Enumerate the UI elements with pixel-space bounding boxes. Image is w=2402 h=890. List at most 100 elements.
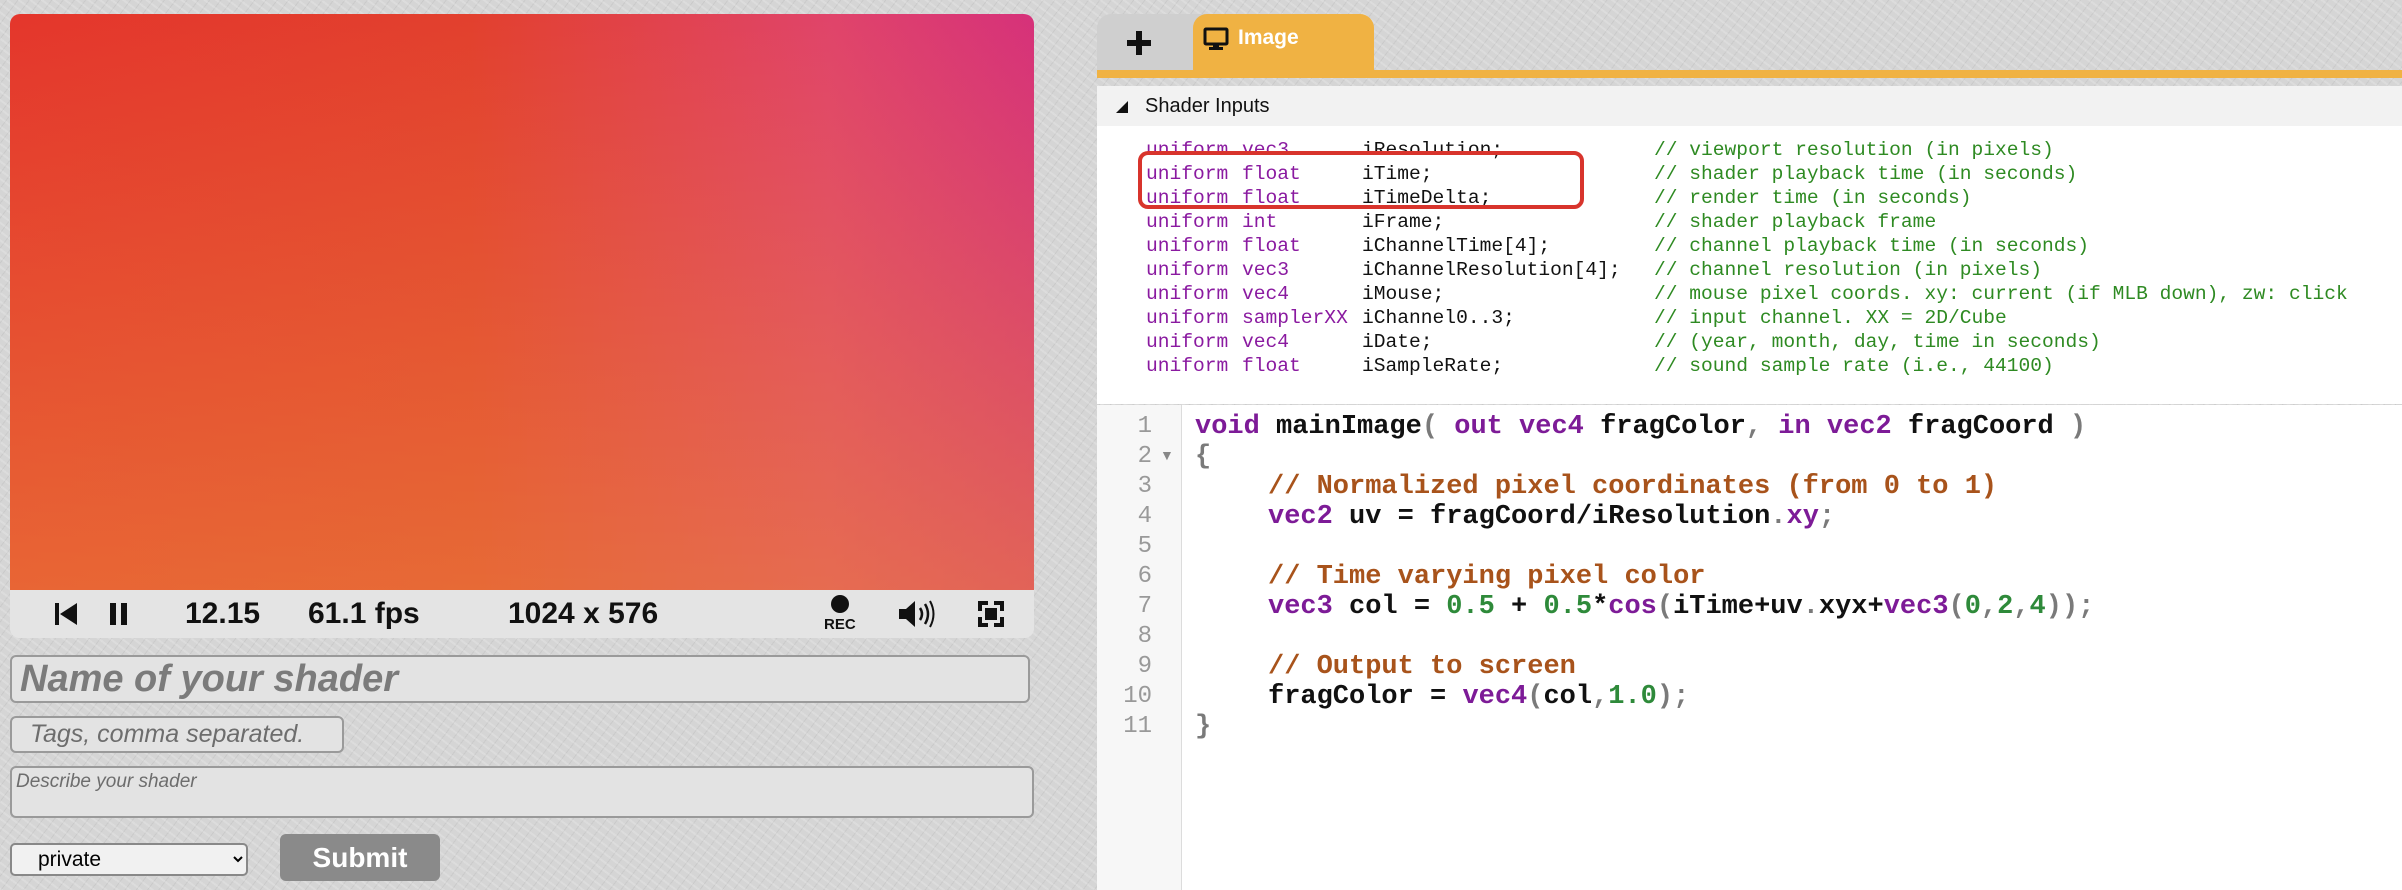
token: uv = fragCoord/iResolution — [1332, 502, 1771, 532]
code-line-2: { — [1195, 442, 1211, 472]
uniform-kw: uniform — [1146, 211, 1229, 233]
volume-icon[interactable] — [896, 598, 936, 630]
line-number: 5 — [1137, 533, 1152, 560]
tab-image-label: Image — [1238, 26, 1299, 49]
code-line-3: // Normalized pixel coordinates (from 0 … — [1268, 472, 1997, 502]
fold-arrow-icon[interactable]: ▼ — [1160, 447, 1174, 463]
uniform-type: float — [1242, 355, 1301, 377]
token: vec2 — [1810, 412, 1892, 442]
token: 0.5 — [1446, 592, 1495, 622]
shader-name-input[interactable] — [10, 655, 1030, 703]
uniform-kw: uniform — [1146, 259, 1229, 281]
uniform-comment: // input channel. XX = 2D/Cube — [1654, 307, 2007, 329]
uniform-kw: uniform — [1146, 355, 1229, 377]
uniform-comment: // render time (in seconds) — [1654, 187, 1972, 209]
fullscreen-icon[interactable] — [976, 599, 1006, 629]
token: out — [1438, 412, 1503, 442]
uniform-comment: // mouse pixel coords. xy: current (if M… — [1654, 283, 2348, 305]
uniform-kw: uniform — [1146, 331, 1229, 353]
uniform-name: iSampleRate; — [1362, 355, 1504, 377]
token: fragCoord — [1891, 412, 2054, 442]
line-number: 2 — [1137, 443, 1152, 470]
uniform-comment: // sound sample rate (i.e., 44100) — [1654, 355, 2054, 377]
uniform-type: float — [1242, 235, 1301, 257]
uniform-name: iFrame; — [1362, 211, 1445, 233]
line-number: 9 — [1137, 653, 1152, 680]
token: 2 — [1997, 592, 2014, 622]
token: . — [1770, 502, 1787, 532]
token: xy — [1786, 502, 1819, 532]
record-icon — [830, 595, 849, 613]
code-line-9: // Output to screen — [1268, 652, 1576, 682]
time-readout: 12.15 — [185, 597, 261, 630]
token: 1.0 — [1608, 682, 1657, 712]
token: col — [1543, 682, 1593, 712]
uniform-name: iChannelTime[4]; — [1362, 235, 1551, 257]
token: fragColor — [1583, 412, 1746, 442]
code-line-11: } — [1195, 712, 1211, 742]
player-controls: 12.15 61.1 fps 1024 x 576 REC — [10, 590, 1034, 638]
token: , — [1592, 682, 1609, 712]
token: void — [1195, 412, 1260, 442]
record-button[interactable]: REC — [824, 594, 856, 633]
token: col = — [1332, 592, 1447, 622]
token: ( — [1421, 412, 1439, 442]
line-number: 3 — [1137, 473, 1152, 500]
shader-inputs-title: Shader Inputs — [1145, 95, 1270, 117]
highlight-box — [1138, 151, 1584, 209]
tags-input[interactable] — [10, 716, 344, 753]
line-gutter: 1 2 ▼ 3 4 5 6 7 8 9 10 11 — [1097, 405, 1182, 890]
line-number: 4 — [1137, 503, 1152, 530]
token: ); — [1656, 682, 1690, 712]
token: , — [1980, 592, 1998, 622]
visibility-select[interactable]: private — [10, 843, 248, 876]
uniform-name: iMouse; — [1362, 283, 1445, 305]
token: ( — [1527, 682, 1544, 712]
token: . — [1802, 592, 1819, 622]
comment-token: // Output to screen — [1268, 652, 1576, 682]
token: iTime+uv — [1673, 592, 1803, 622]
code-line-1: void mainImage( out vec4 fragColor, in v… — [1195, 412, 2086, 442]
uniform-kw: uniform — [1146, 235, 1229, 257]
line-number: 10 — [1123, 683, 1152, 710]
uniform-name: iChannel0..3; — [1362, 307, 1515, 329]
token: cos — [1608, 592, 1657, 622]
pause-icon[interactable] — [105, 600, 133, 628]
uniform-type: vec4 — [1242, 283, 1290, 305]
uniform-comment: // shader playback frame — [1654, 211, 1937, 233]
uniform-name: iChannelResolution[4]; — [1362, 259, 1621, 281]
line-number: 7 — [1137, 593, 1152, 620]
token: vec3 — [1268, 592, 1333, 622]
code-line-6: // Time varying pixel color — [1268, 562, 1705, 592]
token: xyx+ — [1818, 592, 1884, 622]
token: 0.5 — [1543, 592, 1593, 622]
uniform-type: samplerXX — [1242, 307, 1348, 329]
comment-token: // Time varying pixel color — [1268, 562, 1706, 592]
uniform-comment: // channel resolution (in pixels) — [1654, 259, 2043, 281]
tab-image[interactable]: Image — [1193, 14, 1374, 70]
shader-inputs-header[interactable]: Shader Inputs — [1097, 86, 2402, 126]
description-input[interactable] — [10, 766, 1034, 818]
code-editor[interactable]: 1 2 ▼ 3 4 5 6 7 8 9 10 11 void mainImage… — [1097, 405, 2402, 890]
record-label: REC — [824, 616, 856, 633]
line-number: 11 — [1123, 713, 1152, 740]
uniform-type: int — [1242, 211, 1278, 233]
collapse-triangle-icon[interactable] — [1115, 100, 1129, 114]
uniform-name: iDate; — [1362, 331, 1433, 353]
line-number: 1 — [1137, 413, 1152, 440]
token: 0 — [1964, 592, 1981, 622]
submit-button[interactable]: Submit — [280, 834, 440, 881]
token: * — [1592, 592, 1609, 622]
code-line-4: vec2 uv = fragCoord/iResolution.xy; — [1268, 502, 1835, 532]
token: in — [1762, 412, 1811, 442]
uniform-comment: // shader playback time (in seconds) — [1654, 163, 2078, 185]
token: vec4 — [1502, 412, 1584, 442]
token: )); — [2045, 592, 2095, 622]
resolution-readout: 1024 x 576 — [508, 597, 659, 630]
uniform-kw: uniform — [1146, 283, 1229, 305]
rewind-icon[interactable] — [52, 600, 80, 628]
code-line-7: vec3 col = 0.5 + 0.5*cos(iTime+uv.xyx+ve… — [1268, 592, 2094, 622]
shader-canvas[interactable] — [10, 14, 1034, 590]
token: vec3 — [1883, 592, 1949, 622]
token: ) — [2053, 412, 2087, 442]
